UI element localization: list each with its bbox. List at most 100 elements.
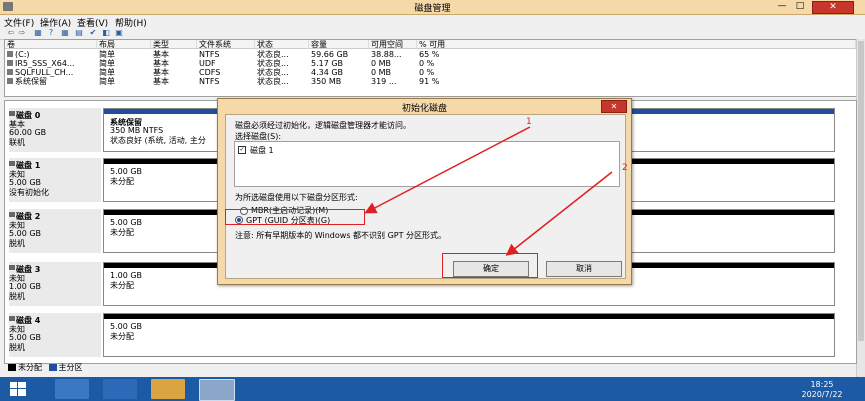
disk-view-icon[interactable]: ◧ bbox=[101, 28, 111, 37]
vertical-scrollbar[interactable] bbox=[856, 39, 865, 377]
disk-size: 5.00 GB bbox=[9, 229, 42, 238]
table-cell[interactable]: 38.88... bbox=[371, 50, 402, 59]
table-cell[interactable]: 4.34 GB bbox=[311, 68, 343, 77]
table-cell[interactable]: 基本 bbox=[153, 59, 169, 68]
disk-status: 脱机 bbox=[9, 239, 25, 248]
legend: 未分配 主分区 bbox=[8, 362, 83, 373]
forward-icon[interactable]: ⇨ bbox=[17, 28, 27, 37]
clock-date[interactable]: 2020/7/22 bbox=[787, 390, 857, 399]
table-cell[interactable]: 0 % bbox=[419, 68, 434, 77]
unallocated-swatch bbox=[8, 364, 16, 371]
column-header-percent-free[interactable]: % 可用 bbox=[417, 40, 856, 49]
table-cell[interactable]: 状态良... bbox=[257, 68, 289, 77]
table-cell[interactable]: 350 MB bbox=[311, 77, 341, 86]
column-header-free[interactable]: 可用空间 bbox=[369, 40, 417, 49]
disk-status: 脱机 bbox=[9, 292, 25, 301]
dialog-close-button[interactable]: ✕ bbox=[601, 100, 627, 113]
table-cell[interactable]: 基本 bbox=[153, 50, 169, 59]
dialog-title: 初始化磁盘 bbox=[401, 104, 447, 114]
disk-management-task-icon[interactable] bbox=[199, 379, 235, 401]
table-cell[interactable]: CDFS bbox=[199, 68, 220, 77]
back-icon[interactable]: ⇦ bbox=[6, 28, 16, 37]
partition-detail: 未分配 bbox=[110, 228, 134, 237]
disk-info-4[interactable]: 磁盘 4 未知 5.00 GB 脱机 bbox=[9, 313, 101, 357]
disk-status: 没有初始化 bbox=[9, 188, 49, 197]
windows-start-icon[interactable] bbox=[10, 382, 26, 396]
table-cell[interactable]: 91 % bbox=[419, 77, 439, 86]
taskbar: 18:25 2020/7/22 bbox=[0, 377, 865, 401]
volume-name[interactable]: 系统保留 bbox=[15, 77, 47, 86]
table-cell[interactable]: 0 MB bbox=[371, 59, 391, 68]
partition-detail: 未分配 bbox=[110, 332, 134, 341]
check-icon[interactable]: ✔ bbox=[88, 28, 98, 37]
dialog-body: 磁盘必须经过初始化，逻辑磁盘管理器才能访问。 选择磁盘(S): ✓ 磁盘 1 为… bbox=[225, 114, 626, 279]
disk-management-window: 磁盘管理 — □ ✕ 文件(F) 操作(A) 查看(V) 帮助(H) ⇦ ⇨ ▦… bbox=[0, 0, 865, 377]
table-cell[interactable]: 状态良... bbox=[257, 59, 289, 68]
file-explorer-icon[interactable] bbox=[151, 379, 185, 399]
partition-label: 1.00 GB bbox=[110, 271, 143, 280]
title-bar: 磁盘管理 — □ ✕ bbox=[0, 0, 865, 15]
table-cell[interactable]: 5.17 GB bbox=[311, 59, 343, 68]
legend-primary: 主分区 bbox=[58, 363, 83, 372]
table-cell[interactable]: 65 % bbox=[419, 50, 439, 59]
disk-1-item[interactable]: 磁盘 1 bbox=[250, 145, 274, 156]
table-cell[interactable]: 简单 bbox=[99, 68, 115, 77]
list-icon[interactable]: ▤ bbox=[74, 28, 84, 37]
column-header-filesystem[interactable]: 文件系统 bbox=[197, 40, 255, 49]
powershell-icon[interactable] bbox=[103, 379, 137, 399]
column-header-volume[interactable]: 卷 bbox=[5, 40, 97, 49]
disk-info-0[interactable]: 磁盘 0 基本 60.00 GB 联机 bbox=[9, 108, 101, 152]
volume-name[interactable]: (C:) bbox=[15, 50, 30, 59]
table-cell[interactable]: 基本 bbox=[153, 77, 169, 86]
table-cell[interactable]: 59.66 GB bbox=[311, 50, 348, 59]
cancel-button[interactable]: 取消 bbox=[546, 261, 622, 277]
primary-swatch bbox=[48, 364, 57, 371]
disk-1-checkbox[interactable]: ✓ bbox=[238, 146, 246, 154]
column-header-layout[interactable]: 布局 bbox=[97, 40, 151, 49]
volume-name[interactable]: SQLFULL_CH... bbox=[15, 68, 73, 77]
disk-info-2[interactable]: 磁盘 2 未知 5.00 GB 脱机 bbox=[9, 209, 101, 253]
table-cell[interactable]: 0 % bbox=[419, 59, 434, 68]
table-cell[interactable]: 状态良... bbox=[257, 77, 289, 86]
minimize-button[interactable]: — bbox=[775, 1, 789, 12]
disk-size: 5.00 GB bbox=[9, 178, 42, 187]
table-cell[interactable]: 基本 bbox=[153, 68, 169, 77]
disk-info-1[interactable]: 磁盘 1 未知 5.00 GB 没有初始化 bbox=[9, 158, 101, 202]
maximize-button[interactable]: □ bbox=[793, 1, 807, 12]
disk-info-3[interactable]: 磁盘 3 未知 1.00 GB 脱机 bbox=[9, 262, 101, 306]
table-cell[interactable]: 简单 bbox=[99, 50, 115, 59]
refresh-icon[interactable]: ▣ bbox=[114, 28, 124, 37]
partition-detail: 未分配 bbox=[110, 177, 134, 186]
table-cell[interactable]: NTFS bbox=[199, 50, 219, 59]
disk-icon bbox=[9, 111, 15, 116]
table-cell[interactable]: NTFS bbox=[199, 77, 219, 86]
volume-name[interactable]: IR5_SSS_X64... bbox=[15, 59, 75, 68]
disk-status: 联机 bbox=[9, 138, 25, 147]
help-icon[interactable]: ? bbox=[46, 28, 56, 37]
server-manager-icon[interactable] bbox=[55, 379, 89, 399]
properties-icon[interactable]: ▦ bbox=[60, 28, 70, 37]
partition-label: 5.00 GB bbox=[110, 322, 143, 331]
clock-time[interactable]: 18:25 bbox=[787, 380, 857, 389]
partition-4[interactable]: 5.00 GB 未分配 bbox=[103, 313, 835, 357]
dialog-description: 磁盘必须经过初始化，逻辑磁盘管理器才能访问。 bbox=[235, 121, 411, 130]
ok-highlight-box bbox=[442, 253, 538, 278]
console-tree-icon[interactable]: ▦ bbox=[33, 28, 43, 37]
volume-icon bbox=[7, 60, 13, 66]
table-cell[interactable]: 简单 bbox=[99, 77, 115, 86]
scroll-thumb[interactable] bbox=[858, 41, 864, 341]
disk-select-list[interactable]: ✓ 磁盘 1 bbox=[234, 141, 620, 187]
column-header-capacity[interactable]: 容量 bbox=[309, 40, 369, 49]
table-cell[interactable]: 0 MB bbox=[371, 68, 391, 77]
table-cell[interactable]: 状态良... bbox=[257, 50, 289, 59]
disk-size: 1.00 GB bbox=[9, 282, 42, 291]
table-cell[interactable]: 简单 bbox=[99, 59, 115, 68]
column-header-type[interactable]: 类型 bbox=[151, 40, 197, 49]
close-button[interactable]: ✕ bbox=[812, 1, 854, 14]
table-cell[interactable]: UDF bbox=[199, 59, 216, 68]
window-title: 磁盘管理 bbox=[414, 4, 451, 14]
disk-size: 5.00 GB bbox=[9, 333, 42, 342]
column-header-status[interactable]: 状态 bbox=[255, 40, 309, 49]
table-cell[interactable]: 319 ... bbox=[371, 77, 396, 86]
volume-icon bbox=[7, 78, 13, 84]
